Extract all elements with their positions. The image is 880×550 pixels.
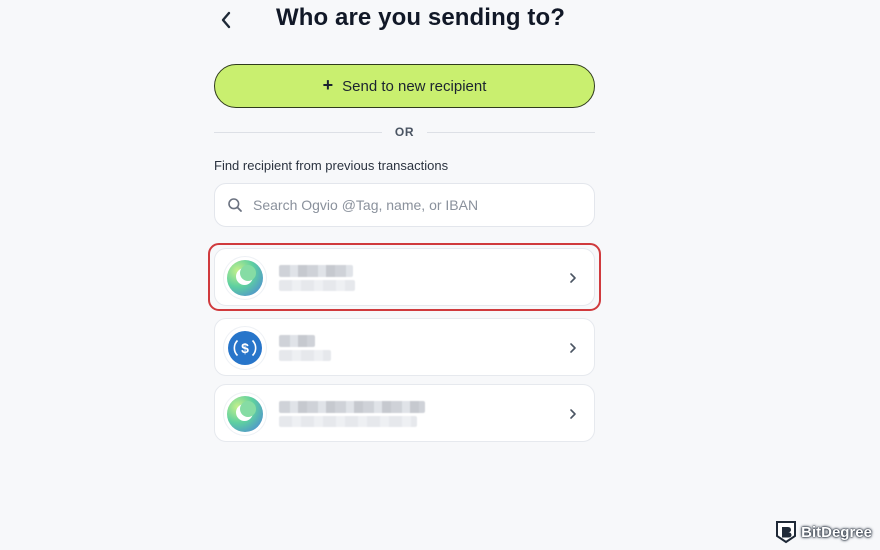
bitdegree-logo-icon [776,521,797,544]
search-box[interactable] [214,183,595,227]
send-to-new-recipient-button[interactable]: + Send to new recipient [214,64,595,108]
recipient-name-redacted [279,265,353,277]
ogvio-avatar-icon [227,396,263,432]
chevron-right-icon [570,409,576,419]
divider-line-right [427,132,595,133]
recipient-item[interactable] [214,248,595,306]
usdc-icon: $ [228,331,262,365]
recipient-name-redacted [279,335,315,347]
chevron-left-icon [221,11,231,29]
chevron-right-icon [570,273,576,283]
send-to-new-recipient-label: Send to new recipient [342,77,487,95]
page-title: Who are you sending to? [276,4,565,31]
recipient-detail-redacted [279,416,417,427]
recipient-detail-redacted [279,350,331,361]
find-recipient-label: Find recipient from previous transaction… [214,158,449,173]
or-divider: OR [214,124,595,142]
watermark-label: BitDegree [801,523,872,541]
chevron-right-icon [570,343,576,353]
ogvio-avatar-icon [227,260,263,296]
recipient-name-redacted [279,401,425,413]
recipient-item[interactable] [214,384,595,442]
usdc-avatar-icon: $ [227,330,263,366]
search-input[interactable] [251,196,575,214]
recipient-detail-redacted [279,280,355,291]
bitdegree-watermark: BitDegree [775,520,872,544]
recipient-item[interactable]: $ [214,318,595,376]
svg-text:$: $ [241,340,249,356]
plus-icon: + [322,75,334,95]
search-icon [228,198,242,212]
back-button[interactable] [214,6,238,34]
